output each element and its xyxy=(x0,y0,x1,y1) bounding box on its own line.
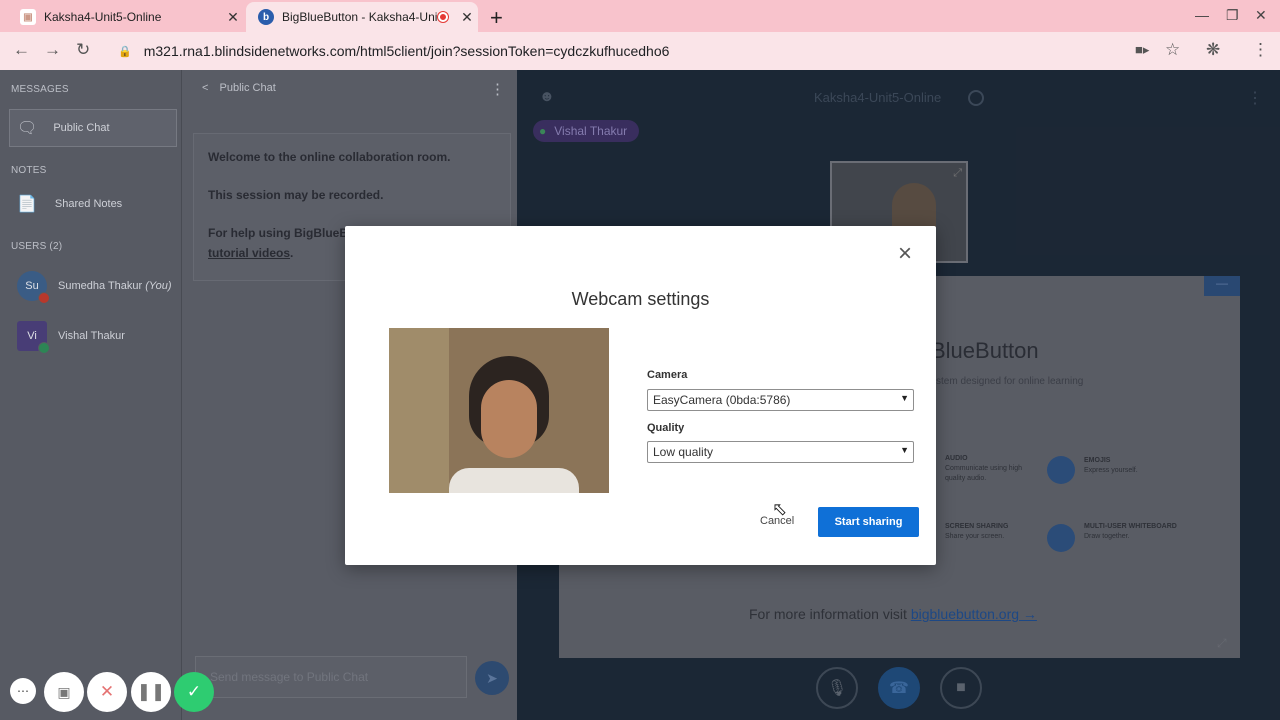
new-tab-button[interactable]: + xyxy=(490,5,503,31)
browser-tab-bigbluebutton[interactable]: b BigBlueButton - Kaksha4-Uni ✕ xyxy=(246,2,478,32)
browser-tab-strip: ▣ Kaksha4-Unit5-Online ✕ b BigBlueButton… xyxy=(0,0,1280,32)
tab-title: BigBlueButton - Kaksha4-Uni xyxy=(282,10,438,24)
reload-icon[interactable]: ↻ xyxy=(76,40,90,60)
lock-icon: 🔒 xyxy=(118,45,132,58)
bookmark-star-icon[interactable]: ☆ xyxy=(1165,40,1180,60)
forward-arrow-icon[interactable]: → xyxy=(44,40,61,60)
pause-icon[interactable]: ❚❚ xyxy=(131,672,171,712)
camera-in-use-icon[interactable]: ■▸ xyxy=(1135,42,1149,58)
back-arrow-icon[interactable]: ← xyxy=(13,40,30,60)
window-close-button[interactable]: ✕ xyxy=(1255,7,1267,24)
browser-toolbar: ← → ↻ 🔒 m321.rna1.blindsidenetworks.com/… xyxy=(0,32,1280,70)
tab-title: Kaksha4-Unit5-Online xyxy=(44,10,162,24)
browser-menu-icon[interactable]: ⋮ xyxy=(1252,40,1269,60)
quality-value: Low quality xyxy=(653,445,714,459)
camera-value: EasyCamera (0bda:5786) xyxy=(653,393,791,407)
close-icon[interactable]: × xyxy=(894,242,916,266)
quality-label: Quality xyxy=(647,422,685,434)
video-add-icon[interactable]: ▣ xyxy=(44,672,84,712)
quality-select[interactable]: Low quality ▼ xyxy=(647,441,914,463)
tab-close-icon[interactable]: ✕ xyxy=(222,9,244,26)
camera-label: Camera xyxy=(647,369,688,381)
bbb-favicon-icon: b xyxy=(258,9,274,25)
site-favicon-icon: ▣ xyxy=(20,9,36,25)
webcam-settings-modal: × Webcam settings Camera EasyCamera (0bd… xyxy=(345,226,936,565)
camera-select[interactable]: EasyCamera (0bda:5786) ▼ xyxy=(647,389,914,411)
preview-face xyxy=(481,380,537,458)
address-bar[interactable]: 🔒 m321.rna1.blindsidenetworks.com/html5c… xyxy=(108,36,1200,66)
dropdown-arrow-icon: ▼ xyxy=(900,393,909,403)
start-sharing-button[interactable]: Start sharing xyxy=(818,507,919,537)
check-icon[interactable]: ✓ xyxy=(174,672,214,712)
extension-icon[interactable]: ❋ xyxy=(1206,40,1220,60)
mouse-cursor-icon: ⬁ xyxy=(772,499,788,519)
tab-close-icon[interactable]: ✕ xyxy=(456,9,478,26)
browser-tab-kaksha[interactable]: ▣ Kaksha4-Unit5-Online ✕ xyxy=(8,2,244,32)
preview-wall xyxy=(389,328,449,493)
preview-shirt xyxy=(449,468,579,493)
url-text: m321.rna1.blindsidenetworks.com/html5cli… xyxy=(143,43,670,59)
dropdown-arrow-icon: ▼ xyxy=(900,445,909,455)
modal-title: Webcam settings xyxy=(571,289,710,309)
webcam-preview xyxy=(389,328,609,493)
restore-button[interactable]: ❐ xyxy=(1226,7,1239,24)
close-icon[interactable]: ✕ xyxy=(87,672,127,712)
more-options-icon[interactable]: ⋯ xyxy=(10,678,36,704)
recording-icon xyxy=(438,12,448,22)
minimize-button[interactable]: — xyxy=(1195,7,1209,23)
